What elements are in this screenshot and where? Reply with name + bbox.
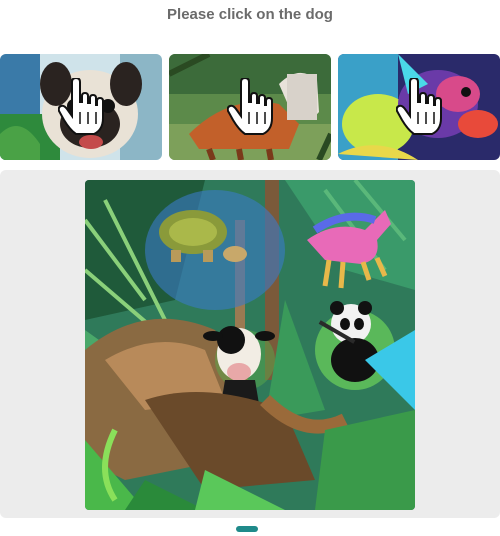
challenge-prompt: Please click on the dog: [167, 6, 333, 23]
challenge-stage: [0, 170, 500, 518]
jungle-scene-icon: [85, 180, 415, 510]
footer-strip: [0, 524, 500, 536]
choice-tile-3[interactable]: [338, 54, 500, 160]
choice-tiles: [0, 54, 500, 160]
choice-tile-2[interactable]: [169, 54, 331, 160]
progress-indicator: [236, 526, 258, 532]
pointer-hand-icon: [58, 78, 104, 135]
pointer-hand-icon: [227, 78, 273, 135]
challenge-scene-image[interactable]: [85, 180, 415, 510]
pointer-hand-icon: [396, 78, 442, 135]
choice-tile-1[interactable]: [0, 54, 162, 160]
